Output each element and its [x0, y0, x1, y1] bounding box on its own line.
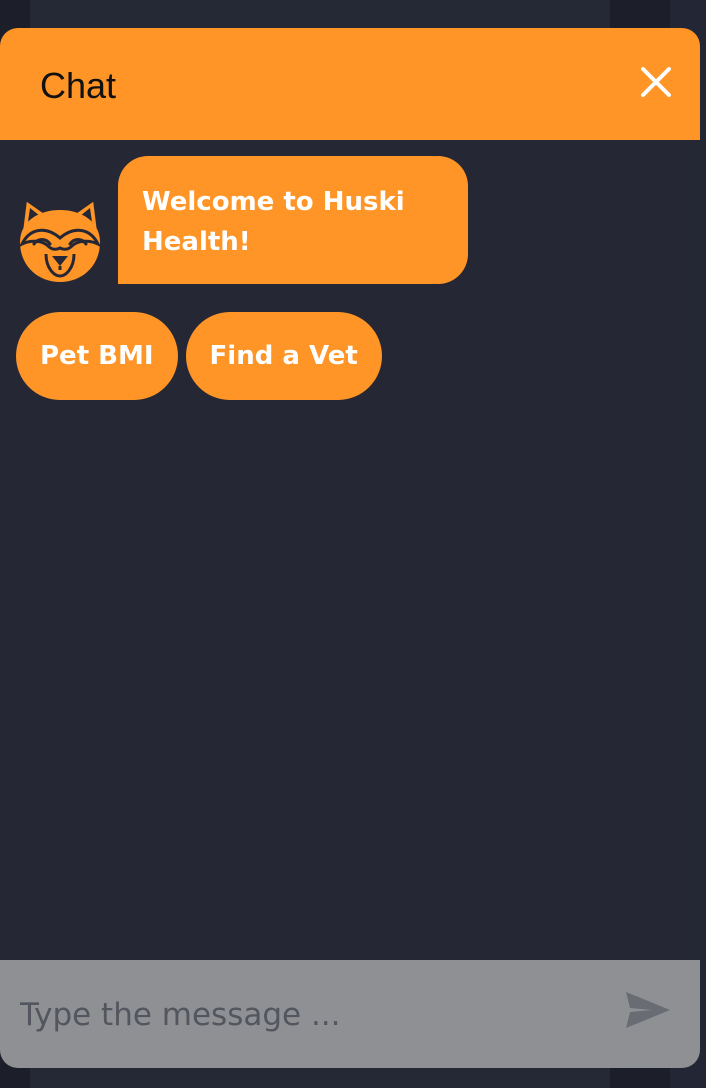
message-list: Welcome to Huski Health! Pet BMI Find a …: [0, 140, 700, 960]
quick-reply-list: Pet BMI Find a Vet: [16, 312, 382, 400]
bot-message-bubble: Welcome to Huski Health!: [118, 156, 468, 284]
chat-header: Chat: [0, 28, 700, 140]
chat-title: Chat: [40, 65, 117, 106]
quick-reply-find-a-vet[interactable]: Find a Vet: [185, 312, 382, 400]
message-input-bar: [0, 960, 700, 1068]
quick-reply-pet-bmi[interactable]: Pet BMI: [16, 312, 178, 400]
chat-window: Chat Welcome to Huski Health! Pet BMI Fi…: [0, 28, 700, 1068]
message-input[interactable]: [20, 990, 600, 1040]
husky-dog-icon: [16, 192, 104, 288]
close-icon[interactable]: [634, 60, 678, 104]
send-icon[interactable]: [622, 988, 674, 1032]
